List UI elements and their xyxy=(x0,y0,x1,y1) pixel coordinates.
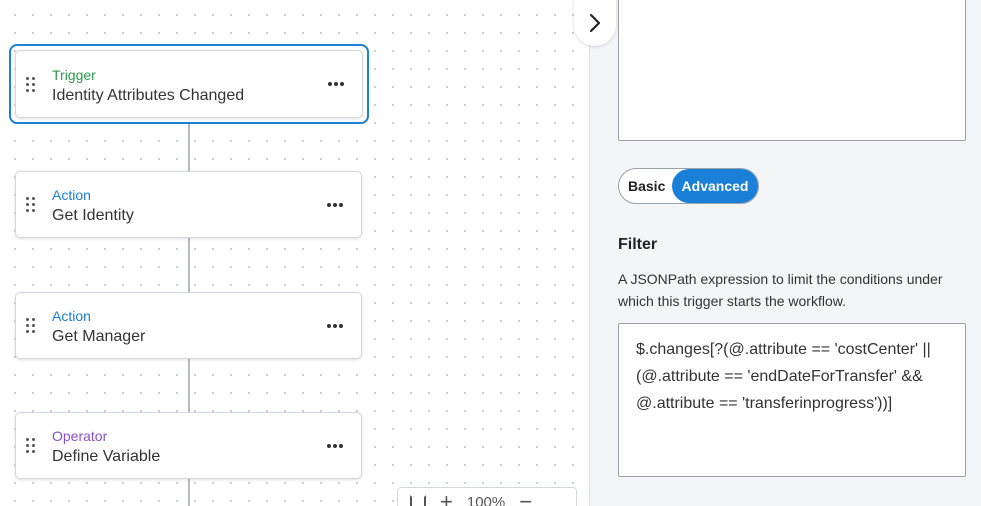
connector-line xyxy=(188,479,190,506)
zoom-in-icon[interactable]: + xyxy=(440,491,453,506)
connector-line xyxy=(188,238,190,292)
node-type-label: Trigger xyxy=(52,67,96,83)
fit-to-screen-icon[interactable] xyxy=(410,495,426,506)
more-options-icon[interactable] xyxy=(327,202,343,207)
connector-line xyxy=(188,124,190,172)
zoom-out-icon[interactable]: − xyxy=(519,491,532,506)
more-options-icon[interactable] xyxy=(328,82,344,86)
drag-handle-icon[interactable] xyxy=(26,318,36,334)
node-type-label: Action xyxy=(52,308,91,324)
mode-toggle[interactable]: Basic Advanced xyxy=(618,168,759,204)
description-textarea[interactable] xyxy=(618,0,966,141)
collapse-panel-button[interactable] xyxy=(574,0,616,46)
filter-description: A JSONPath expression to limit the condi… xyxy=(618,271,943,309)
node-name-label: Get Manager xyxy=(52,328,146,345)
zoom-level: 100% xyxy=(466,493,506,506)
node-operator-define-variable[interactable]: Operator Define Variable xyxy=(15,412,362,479)
workflow-canvas[interactable]: Trigger Identity Attributes Changed Acti… xyxy=(0,0,588,506)
drag-handle-icon[interactable] xyxy=(26,197,36,213)
drag-handle-icon[interactable] xyxy=(26,438,36,454)
node-action-get-identity[interactable]: Action Get Identity xyxy=(15,171,362,238)
zoom-controls: + 100% − xyxy=(397,487,577,506)
mode-advanced-option[interactable]: Advanced xyxy=(672,169,758,203)
node-action-get-manager[interactable]: Action Get Manager xyxy=(15,292,362,359)
filter-title: Filter xyxy=(618,236,658,253)
filter-expression-input[interactable]: $.changes[?(@.attribute == 'costCenter' … xyxy=(618,323,966,477)
more-options-icon[interactable] xyxy=(327,443,343,448)
mode-basic-option[interactable]: Basic xyxy=(619,178,674,194)
more-options-icon[interactable] xyxy=(327,323,343,328)
chevron-right-icon xyxy=(589,13,601,33)
node-name-label: Define Variable xyxy=(52,448,161,465)
node-name-label: Get Identity xyxy=(52,207,134,224)
drag-handle-icon[interactable] xyxy=(26,76,36,92)
node-type-label: Operator xyxy=(52,428,108,444)
node-type-label: Action xyxy=(52,187,91,203)
node-trigger[interactable]: Trigger Identity Attributes Changed xyxy=(9,44,369,124)
node-name-label: Identity Attributes Changed xyxy=(52,87,245,104)
properties-panel: Basic Advanced Filter A JSONPath express… xyxy=(589,0,981,506)
connector-line xyxy=(188,359,190,413)
